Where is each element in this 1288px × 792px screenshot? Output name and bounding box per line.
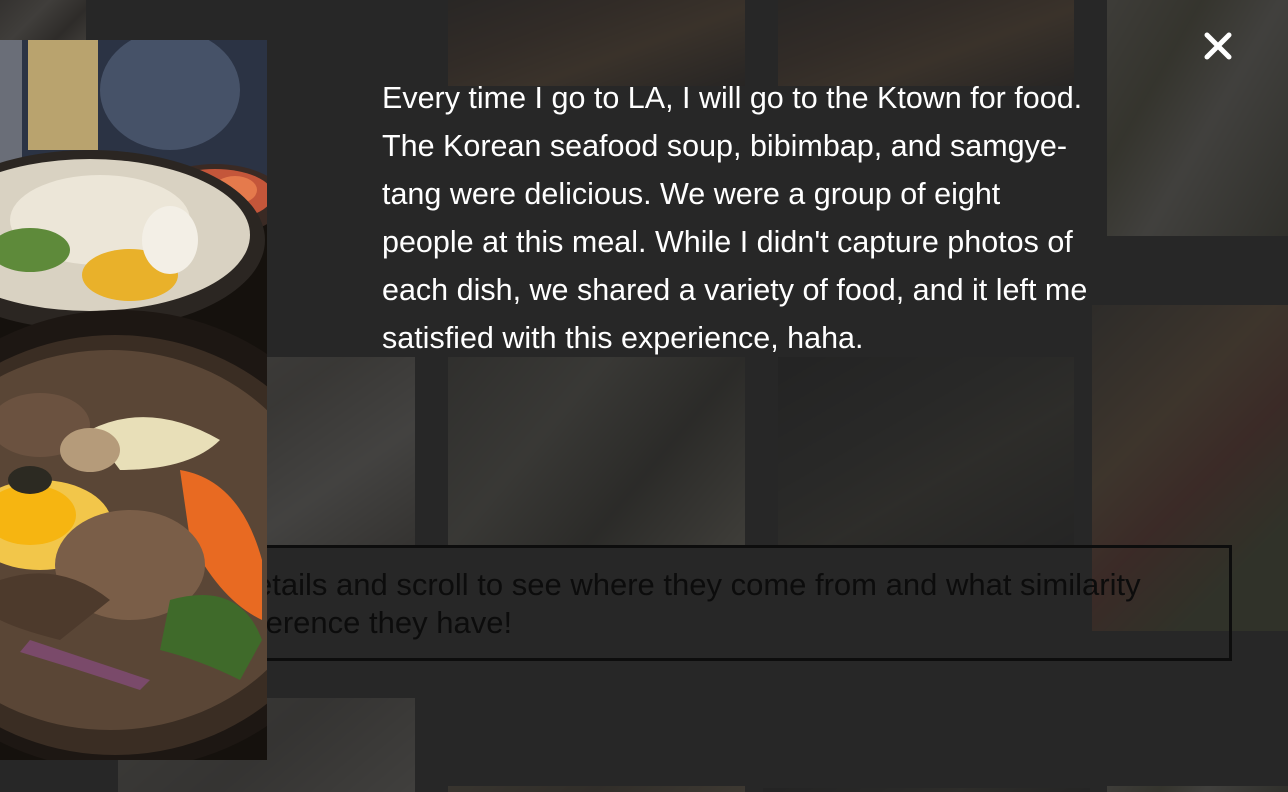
close-icon[interactable]: [1203, 31, 1233, 61]
close-button[interactable]: [1196, 24, 1240, 68]
caption-line: etails and scroll to see where they come…: [255, 567, 1141, 602]
background-caption: etails and scroll to see where they come…: [255, 566, 1225, 642]
story-line: satisfied with this experience, haha.: [382, 321, 864, 355]
caption-line: ference they have!: [257, 605, 513, 640]
story-line: The Korean seafood soup, bibimbap, and s…: [382, 129, 1067, 163]
story-line: each dish, we shared a variety of food, …: [382, 273, 1088, 307]
story-text: Every time I go to LA, I will go to the …: [382, 74, 1162, 362]
featured-photo: [0, 40, 267, 760]
story-line: people at this meal. While I didn't capt…: [382, 225, 1073, 259]
food-photo-illustration: [0, 40, 267, 760]
story-line: tang were delicious. We were a group of …: [382, 177, 1001, 211]
story-line: Every time I go to LA, I will go to the …: [382, 81, 1083, 115]
